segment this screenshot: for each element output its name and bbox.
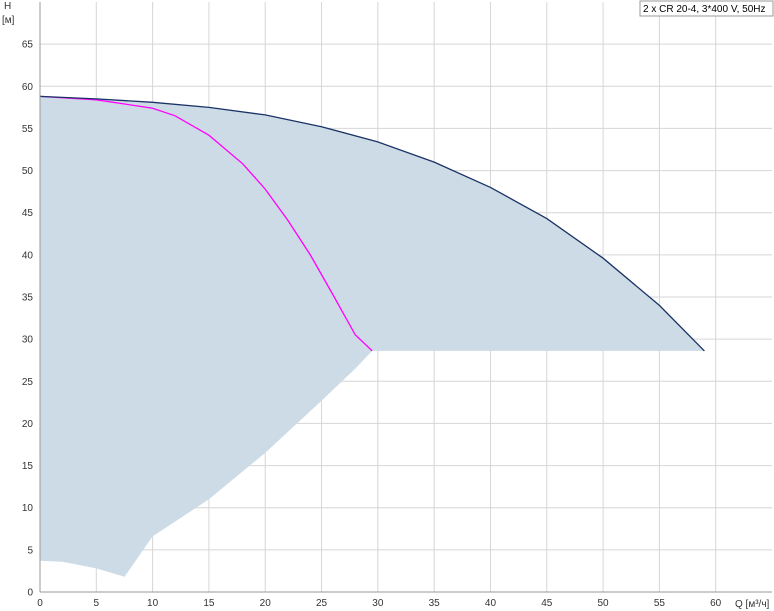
x-tick-label-30: 30 <box>372 598 384 609</box>
x-tick-label-0: 0 <box>37 598 43 609</box>
y-tick-label-15: 15 <box>22 461 34 472</box>
x-tick-label-60: 60 <box>710 598 722 609</box>
x-tick-label-55: 55 <box>654 598 666 609</box>
y-tick-labels: 0 5 10 15 20 25 30 35 40 45 50 55 60 65 <box>22 40 34 599</box>
x-tick-label-40: 40 <box>485 598 497 609</box>
x-tick-label-20: 20 <box>260 598 272 609</box>
y-tick-label-40: 40 <box>22 250 34 261</box>
y-tick-label-10: 10 <box>22 503 34 514</box>
y-tick-label-35: 35 <box>22 293 34 304</box>
y-tick-label-0: 0 <box>27 588 33 599</box>
x-tick-label-35: 35 <box>429 598 441 609</box>
legend-title: 2 x CR 20-4, 3*400 V, 50Hz <box>643 4 765 15</box>
x-tick-label-15: 15 <box>203 598 215 609</box>
y-tick-label-20: 20 <box>22 419 34 430</box>
y-axis-unit: [м] <box>2 15 15 26</box>
x-tick-label-10: 10 <box>147 598 159 609</box>
y-tick-label-50: 50 <box>22 166 34 177</box>
x-tick-label-25: 25 <box>316 598 328 609</box>
y-tick-label-25: 25 <box>22 377 34 388</box>
y-axis-label: H <box>4 1 11 12</box>
x-axis-label: Q [м³/ч] <box>735 599 770 610</box>
x-tick-label-5: 5 <box>94 598 100 609</box>
chart-container: 0 5 10 15 20 25 30 35 40 45 50 55 60 0 5 10 15 20 25 30 35 4… <box>0 0 774 611</box>
x-tick-label-45: 45 <box>541 598 553 609</box>
x-tick-labels: 0 5 10 15 20 25 30 35 40 45 50 55 60 <box>37 598 721 609</box>
y-tick-label-60: 60 <box>22 82 34 93</box>
y-tick-label-45: 45 <box>22 208 34 219</box>
y-tick-label-5: 5 <box>27 545 33 556</box>
pump-curve-chart: 0 5 10 15 20 25 30 35 40 45 50 55 60 0 5 10 15 20 25 30 35 4… <box>2 0 774 610</box>
y-tick-label-55: 55 <box>22 124 34 135</box>
y-tick-label-30: 30 <box>22 335 34 346</box>
legend-box: 2 x CR 20-4, 3*400 V, 50Hz <box>639 0 774 17</box>
x-tick-label-50: 50 <box>598 598 610 609</box>
y-tick-label-65: 65 <box>22 40 34 51</box>
